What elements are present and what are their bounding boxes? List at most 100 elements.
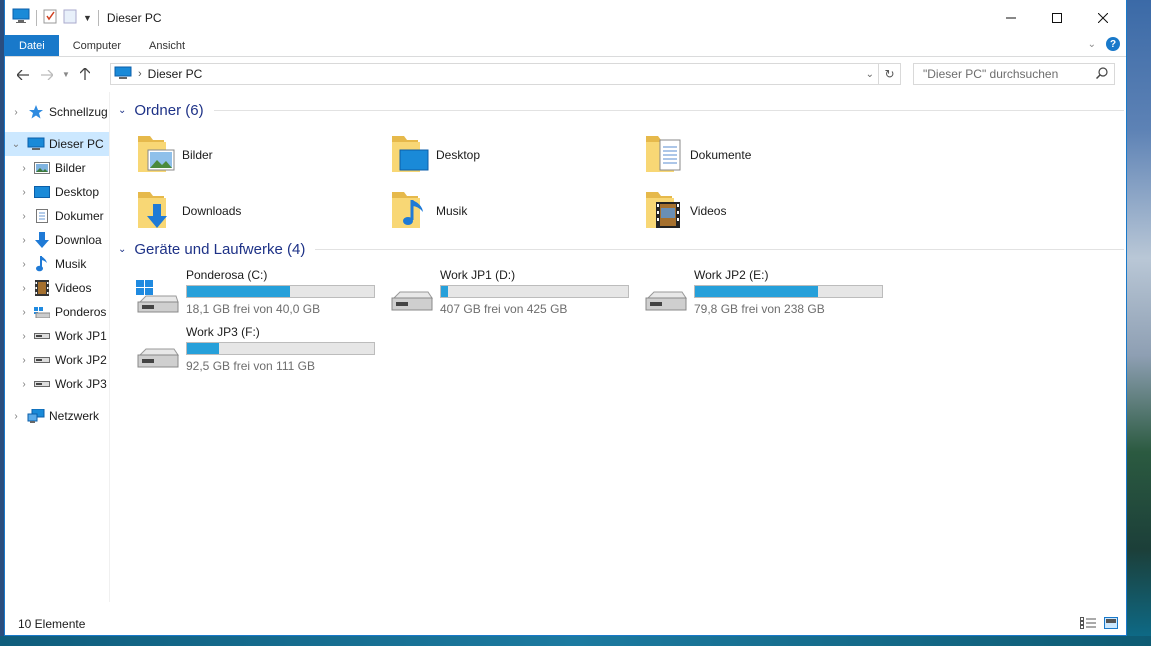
film-strip-icon	[33, 280, 51, 296]
music-folder-icon	[390, 188, 430, 233]
music-note-icon	[33, 256, 51, 272]
chevron-right-icon[interactable]: ›	[19, 283, 29, 294]
maximize-button[interactable]	[1034, 0, 1080, 35]
sidebar-item-this-pc[interactable]: ⌄ Dieser PC	[5, 132, 109, 156]
chevron-down-icon[interactable]: ⌄	[11, 139, 21, 150]
folder-tile-desktop[interactable]: Desktop	[390, 132, 480, 177]
search-input[interactable]: "Dieser PC" durchsuchen	[913, 63, 1115, 85]
quick-access-toolbar: ▼	[5, 8, 99, 27]
chevron-right-icon[interactable]: ›	[19, 211, 29, 222]
toolbar-separator	[97, 9, 99, 26]
drive-name: Work JP1 (D:)	[440, 268, 516, 282]
drive-tile-c[interactable]: Ponderosa (C:) 18,1 GB frei von 40,0 GB	[136, 268, 386, 320]
divider	[315, 249, 1124, 250]
drive-icon	[644, 280, 688, 317]
folder-tile-documents[interactable]: Dokumente	[644, 132, 751, 177]
group-header-folders[interactable]: ⌄ Ordner (6)	[118, 102, 1124, 119]
folder-label: Downloads	[182, 203, 242, 218]
chevron-right-icon[interactable]: ›	[19, 163, 29, 174]
folder-label: Desktop	[436, 147, 481, 162]
drive-icon	[33, 328, 51, 344]
drive-free-space: 18,1 GB frei von 40,0 GB	[186, 302, 321, 316]
chevron-right-icon[interactable]: ›	[19, 187, 29, 198]
folder-tile-downloads[interactable]: Downloads	[136, 188, 241, 233]
sidebar-item-label: Downloa	[55, 233, 102, 247]
drive-tile-f[interactable]: Work JP3 (F:) 92,5 GB frei von 111 GB	[136, 325, 386, 377]
chevron-right-icon[interactable]: ›	[19, 307, 29, 318]
folder-label: Musik	[436, 203, 468, 218]
item-count: 10 Elemente	[18, 617, 86, 631]
folder-tile-music[interactable]: Musik	[390, 188, 467, 233]
sidebar-item-music[interactable]: › Musik	[5, 252, 109, 276]
sidebar-item-pictures[interactable]: › Bilder	[5, 156, 109, 180]
chevron-right-icon[interactable]: ›	[19, 379, 29, 390]
group-title: Ordner (6)	[134, 102, 204, 119]
customize-toolbar-icon[interactable]: ▼	[83, 13, 92, 23]
computer-icon[interactable]	[12, 8, 30, 27]
drive-icon	[390, 280, 434, 317]
tab-computer[interactable]: Computer	[59, 35, 135, 56]
chevron-right-icon[interactable]: ›	[19, 259, 29, 270]
videos-folder-icon	[644, 188, 684, 233]
address-bar[interactable]: › Dieser PC ⌄	[110, 63, 879, 85]
window-controls	[988, 0, 1126, 35]
chevron-right-icon[interactable]: ›	[19, 355, 29, 366]
refresh-button[interactable]: ↻	[879, 63, 901, 85]
details-view-icon[interactable]	[1080, 617, 1096, 632]
sidebar-item-label: Work JP1	[55, 329, 107, 343]
recent-locations-icon[interactable]: ▼	[59, 70, 73, 79]
chevron-right-icon[interactable]: ›	[11, 107, 21, 118]
folder-label: Videos	[690, 203, 727, 218]
sidebar-item-drive-d[interactable]: › Work JP1	[5, 324, 109, 348]
sidebar-item-quick-access[interactable]: › Schnellzug	[5, 100, 109, 124]
title-bar: ▼ Dieser PC	[5, 0, 1126, 35]
divider	[213, 110, 1124, 111]
drive-usage-fill	[187, 343, 219, 354]
breadcrumb[interactable]: Dieser PC	[148, 67, 203, 81]
sidebar-item-drive-e[interactable]: › Work JP2	[5, 348, 109, 372]
sidebar-item-drive-c[interactable]: › Ponderos	[5, 300, 109, 324]
forward-button[interactable]	[35, 67, 59, 83]
up-button[interactable]	[73, 66, 97, 83]
drive-usage-bar	[186, 342, 375, 355]
star-icon	[27, 104, 45, 120]
sidebar-item-drive-f[interactable]: › Work JP3	[5, 372, 109, 396]
folder-tile-videos[interactable]: Videos	[644, 188, 726, 233]
tab-file[interactable]: Datei	[5, 35, 59, 56]
toolbar-separator	[36, 9, 37, 26]
sidebar-item-downloads[interactable]: › Downloa	[5, 228, 109, 252]
minimize-button[interactable]	[988, 0, 1034, 35]
drive-usage-fill	[187, 286, 290, 297]
chevron-down-icon[interactable]: ⌄	[118, 105, 126, 116]
sidebar-item-label: Desktop	[55, 185, 100, 199]
sidebar-item-documents[interactable]: › Dokumer	[5, 204, 109, 228]
help-icon[interactable]: ?	[1106, 37, 1120, 51]
sidebar-item-network[interactable]: › Netzwerk	[5, 404, 109, 428]
folder-label: Dokumente	[690, 147, 752, 162]
sidebar-item-videos[interactable]: › Videos	[5, 276, 109, 300]
pictures-icon	[33, 160, 51, 176]
properties-icon[interactable]	[43, 8, 57, 27]
tab-view[interactable]: Ansicht	[135, 35, 199, 56]
group-header-drives[interactable]: ⌄ Geräte und Laufwerke (4)	[118, 241, 1124, 258]
drive-usage-fill	[441, 286, 449, 297]
new-folder-icon[interactable]	[63, 8, 77, 27]
chevron-right-icon[interactable]: ›	[19, 235, 29, 246]
breadcrumb-chevron-icon[interactable]: ›	[138, 68, 142, 80]
drive-tile-d[interactable]: Work JP1 (D:) 407 GB frei von 425 GB	[390, 268, 640, 320]
system-drive-icon	[136, 280, 180, 317]
folder-tile-pictures[interactable]: Bilder	[136, 132, 213, 177]
sidebar-item-desktop[interactable]: › Desktop	[5, 180, 109, 204]
desktop-folder-icon	[390, 132, 430, 177]
chevron-right-icon[interactable]: ›	[11, 411, 21, 422]
drive-tile-e[interactable]: Work JP2 (E:) 79,8 GB frei von 238 GB	[644, 268, 894, 320]
chevron-down-icon[interactable]: ⌄	[118, 244, 126, 255]
expand-ribbon-icon[interactable]: ⌄	[1088, 39, 1096, 50]
back-button[interactable]	[11, 67, 35, 83]
chevron-down-icon[interactable]: ⌄	[866, 69, 874, 80]
drive-icon	[33, 352, 51, 368]
close-button[interactable]	[1080, 0, 1126, 35]
tiles-view-icon[interactable]	[1104, 617, 1118, 632]
documents-icon	[33, 208, 51, 224]
chevron-right-icon[interactable]: ›	[19, 331, 29, 342]
